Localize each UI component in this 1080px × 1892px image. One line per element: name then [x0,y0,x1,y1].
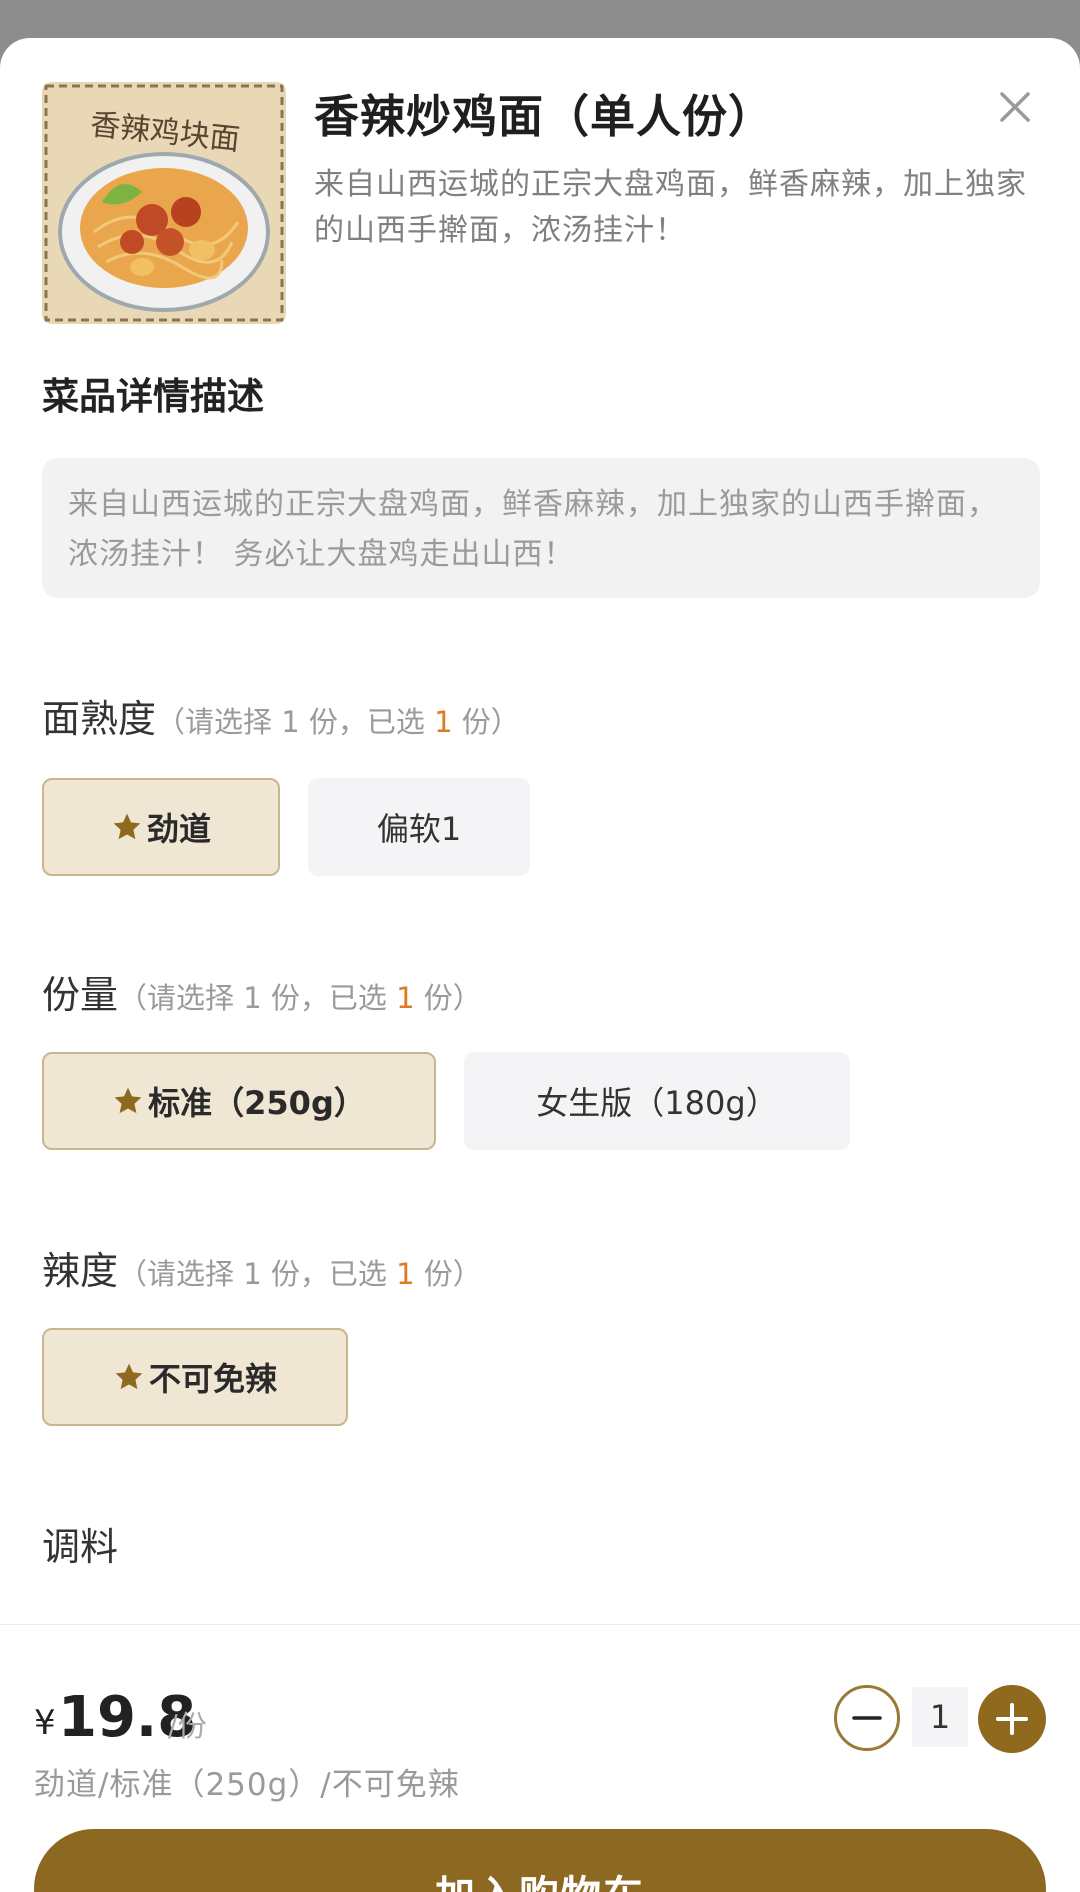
plus-icon [996,1703,1028,1735]
quantity-increase-button[interactable] [978,1685,1046,1753]
star-icon [114,1087,142,1114]
group-portion-rule: （请选择 1 份，已选 1 份） [118,981,482,1015]
quantity-decrease-button[interactable] [834,1685,900,1751]
star-icon [115,1363,143,1390]
detail-description: 来自山西运城的正宗大盘鸡面，鲜香麻辣，加上独家的山西手擀面，浓汤挂汁！ 务必让大… [42,458,1040,598]
detail-heading: 菜品详情描述 [42,375,264,418]
close-icon[interactable] [990,82,1040,132]
group-doneness-header: 面熟度（请选择 1 份，已选 1 份） [42,688,520,743]
group-spice-rule: （请选择 1 份，已选 1 份） [118,1257,482,1291]
option-doneness-chewy[interactable]: 劲道 [42,778,280,876]
group-portion-header: 份量（请选择 1 份，已选 1 份） [42,964,482,1019]
dish-title: 香辣炒鸡面（单人份） [314,90,775,143]
quantity-value: 1 [912,1687,968,1747]
product-detail-sheet: 香辣鸡块面 香辣炒鸡面（单人份） 来自山西运城的正宗大盘鸡面，鲜香麻辣，加上独家… [0,38,1080,1892]
price-unit: /份 [168,1709,207,1743]
group-seasoning-header: 调料 [42,1516,118,1571]
group-spice-name: 辣度 [42,1249,119,1293]
option-portion-standard[interactable]: 标准（250g） [42,1052,436,1150]
group-doneness-rule: （请选择 1 份，已选 1 份） [156,705,520,739]
option-spice-required[interactable]: 不可免辣 [42,1328,348,1426]
currency-symbol: ¥ [34,1703,56,1743]
minus-icon [852,1716,882,1720]
selection-summary: 劲道/标准（250g）/不可免辣 [34,1767,460,1803]
checkout-footer: ¥ 19.8 /份 劲道/标准（250g）/不可免辣 1 加入购物车 [0,1624,1080,1892]
star-icon [113,813,141,840]
group-portion-name: 份量 [42,973,119,1017]
dish-image: 香辣鸡块面 [42,82,286,324]
option-portion-female[interactable]: 女生版（180g） [464,1052,850,1150]
group-spice-header: 辣度（请选择 1 份，已选 1 份） [42,1240,482,1295]
close-button[interactable] [990,82,1040,132]
group-seasoning-name: 调料 [42,1525,119,1569]
add-to-cart-button[interactable]: 加入购物车 [34,1829,1046,1892]
option-doneness-soft[interactable]: 偏软1 [308,778,530,876]
dish-subtitle: 来自山西运城的正宗大盘鸡面，鲜香麻辣，加上独家的山西手擀面，浓汤挂汁！ [314,167,1027,248]
group-doneness-name: 面熟度 [42,697,157,741]
